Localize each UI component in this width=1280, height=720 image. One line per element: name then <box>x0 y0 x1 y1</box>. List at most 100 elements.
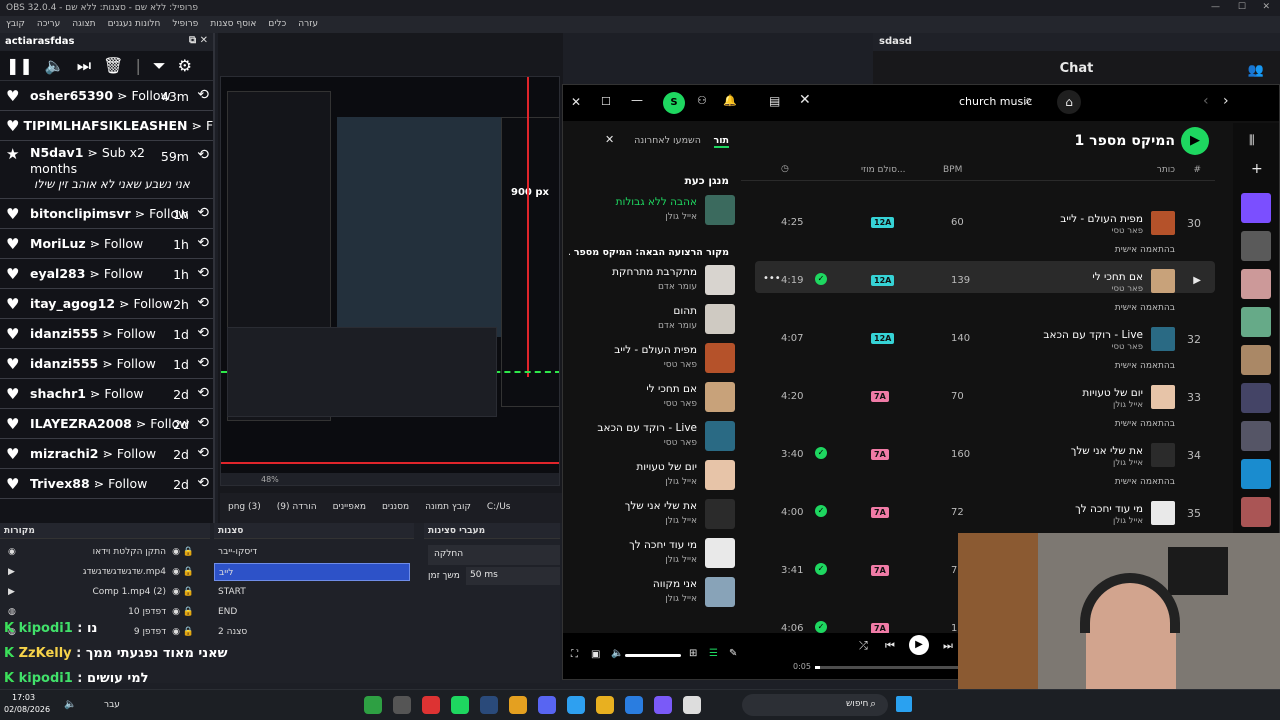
queue-item[interactable]: מתקרבת מתרחקת עומר אדם <box>569 263 735 299</box>
search-icon[interactable]: ⌕ <box>1025 93 1032 108</box>
shuffle-icon[interactable]: ⤮ <box>859 639 868 653</box>
app-icon[interactable] <box>451 696 469 714</box>
replay-icon[interactable]: ⟲ <box>197 415 209 431</box>
home-icon[interactable]: ⌂ <box>1057 90 1081 114</box>
maximize-icon[interactable]: ☐ <box>1238 2 1246 12</box>
menu-item[interactable]: אוסף סצנות <box>204 16 262 32</box>
forward-icon[interactable]: › <box>1223 93 1229 109</box>
fullscreen-icon[interactable]: ⛶ <box>571 649 578 660</box>
scene-item[interactable]: לייב <box>214 563 410 581</box>
app-icon[interactable] <box>567 696 585 714</box>
menu-item[interactable]: כלים <box>262 16 292 32</box>
queue-item[interactable]: תהום עומר אדם <box>569 302 735 338</box>
queue-icon[interactable]: ☰ <box>709 648 718 659</box>
menu-item[interactable]: תצוגה <box>66 16 101 32</box>
minimize-icon[interactable]: — <box>1211 2 1220 12</box>
track-row[interactable]: 33 יום של טעויות אייל גולן בהתאמה אישית 70 7A… <box>755 383 1215 441</box>
gear-icon[interactable]: ⚙ <box>178 56 192 75</box>
volume-icon[interactable]: 🔈 <box>45 56 65 75</box>
tab-recent[interactable]: השמעו לאחרונה <box>634 135 701 146</box>
app-icon[interactable] <box>625 696 643 714</box>
volume-slider[interactable] <box>625 654 681 657</box>
start-icon[interactable] <box>896 696 912 712</box>
filter-icon[interactable]: ⏷ <box>153 56 166 76</box>
source-item[interactable]: ▶ Comp 1.mp4 (2) ◉ 🔒 <box>0 583 210 601</box>
library-item[interactable] <box>1241 459 1271 489</box>
properties-tab[interactable]: קובץ תמונה <box>417 493 479 521</box>
app-icon[interactable] <box>509 696 527 714</box>
volume-icon[interactable]: 🔈 <box>611 648 623 659</box>
replay-icon[interactable]: ⟲ <box>197 475 209 491</box>
minimize-icon[interactable]: — <box>631 93 643 107</box>
scene-item[interactable]: דיסקו-ייבר <box>214 543 410 561</box>
lock-icon[interactable]: 🔒 <box>183 603 194 621</box>
eye-icon[interactable]: ◉ <box>172 563 180 581</box>
saved-check-icon[interactable]: ✓ <box>815 563 827 575</box>
source-item[interactable]: ◉ התקן הקלטת וידאו ◉ 🔒 <box>0 543 210 561</box>
track-row[interactable]: ▶ ••• אם תחכי לי פאר טסי בהתאמה אישית 139 12A ✓… <box>755 261 1215 325</box>
saved-check-icon[interactable]: ✓ <box>815 273 827 285</box>
library-item[interactable] <box>1241 307 1271 337</box>
properties-tab[interactable]: C:/Us <box>479 493 519 521</box>
library-item[interactable] <box>1241 231 1271 261</box>
avatar[interactable]: S <box>663 92 685 114</box>
queue-item[interactable]: יום של טעויות אייל גולן <box>569 458 735 494</box>
app-icon[interactable] <box>683 696 701 714</box>
language-indicator[interactable]: עבר <box>104 700 120 710</box>
scene-item[interactable]: סצנה 2 <box>214 623 410 641</box>
app-icon[interactable] <box>480 696 498 714</box>
menu-item[interactable]: חלונות נעגנים <box>102 16 167 32</box>
play-pause-button[interactable]: ▶ <box>909 635 929 655</box>
app-icon[interactable] <box>422 696 440 714</box>
progress-bar[interactable] <box>815 666 965 669</box>
eye-icon[interactable]: ◉ <box>172 603 180 621</box>
lock-icon[interactable]: 🔒 <box>183 563 194 581</box>
library-item[interactable] <box>1241 383 1271 413</box>
saved-check-icon[interactable]: ✓ <box>815 505 827 517</box>
app-icon[interactable] <box>596 696 614 714</box>
lock-icon[interactable]: 🔒 <box>183 583 194 601</box>
replay-icon[interactable]: ⟲ <box>197 147 209 163</box>
library-item[interactable] <box>1241 497 1271 527</box>
play-button[interactable]: ▶ <box>1181 127 1209 155</box>
obs-preview-canvas[interactable]: 900 px 48% <box>220 76 560 486</box>
track-row[interactable]: 30 מפית העולם - לייב פאר טסי בהתאמה אישית 60… <box>755 209 1215 267</box>
scene-item[interactable]: START <box>214 583 410 601</box>
replay-icon[interactable]: ⟲ <box>197 445 209 461</box>
more-icon[interactable]: ••• <box>763 273 781 284</box>
search-input[interactable]: church music <box>959 95 1032 108</box>
duration-input[interactable]: 50 ms <box>466 567 560 585</box>
bell-icon[interactable]: 🔔 <box>723 94 737 107</box>
source-item[interactable]: ◍ דפדפן 10 ◉ 🔒 <box>0 603 210 621</box>
library-item[interactable] <box>1241 269 1271 299</box>
saved-check-icon[interactable]: ✓ <box>815 621 827 633</box>
menu-item[interactable]: קובץ <box>0 16 31 32</box>
pause-icon[interactable]: ❚❚ <box>6 56 33 75</box>
replay-icon[interactable]: ⟲ <box>197 385 209 401</box>
maximize-icon[interactable]: ☐ <box>601 95 611 108</box>
queue-item[interactable]: מפית העולם - לייב פאר טסי <box>569 341 735 377</box>
transition-select[interactable]: החלקה <box>428 545 560 565</box>
menu-item[interactable]: עזרה <box>292 16 324 32</box>
tab-queue[interactable]: תור <box>713 135 729 148</box>
properties-tab[interactable]: מסננים <box>374 493 417 521</box>
queue-item[interactable]: אם תחכי לי פאר טסי <box>569 380 735 416</box>
close-icon[interactable]: ✕ <box>571 95 581 109</box>
library-item[interactable] <box>1241 421 1271 451</box>
volume-icon[interactable]: 🔈 <box>64 699 76 710</box>
users-icon[interactable]: 👥 <box>1248 63 1264 78</box>
app-icon[interactable] <box>393 696 411 714</box>
properties-tab[interactable]: מאפיינים <box>325 493 374 521</box>
app-icon[interactable] <box>654 696 672 714</box>
add-icon[interactable]: + <box>1251 161 1263 177</box>
lyrics-icon[interactable]: ✎ <box>729 648 737 659</box>
eye-icon[interactable]: ◉ <box>172 623 180 641</box>
track-row[interactable]: 34 את שלי אני שלך אייל גולן בהתאמה אישית 160… <box>755 441 1215 499</box>
replay-icon[interactable]: ⟲ <box>197 265 209 281</box>
properties-tab[interactable]: הורדה (9) <box>269 493 325 521</box>
trash-icon[interactable]: 🗑 <box>103 56 123 75</box>
lock-icon[interactable]: 🔒 <box>183 543 194 561</box>
connect-icon[interactable]: ⊞ <box>689 648 697 659</box>
close-icon[interactable]: ✕ <box>605 133 614 146</box>
browse-icon[interactable]: ▤ <box>769 94 780 108</box>
